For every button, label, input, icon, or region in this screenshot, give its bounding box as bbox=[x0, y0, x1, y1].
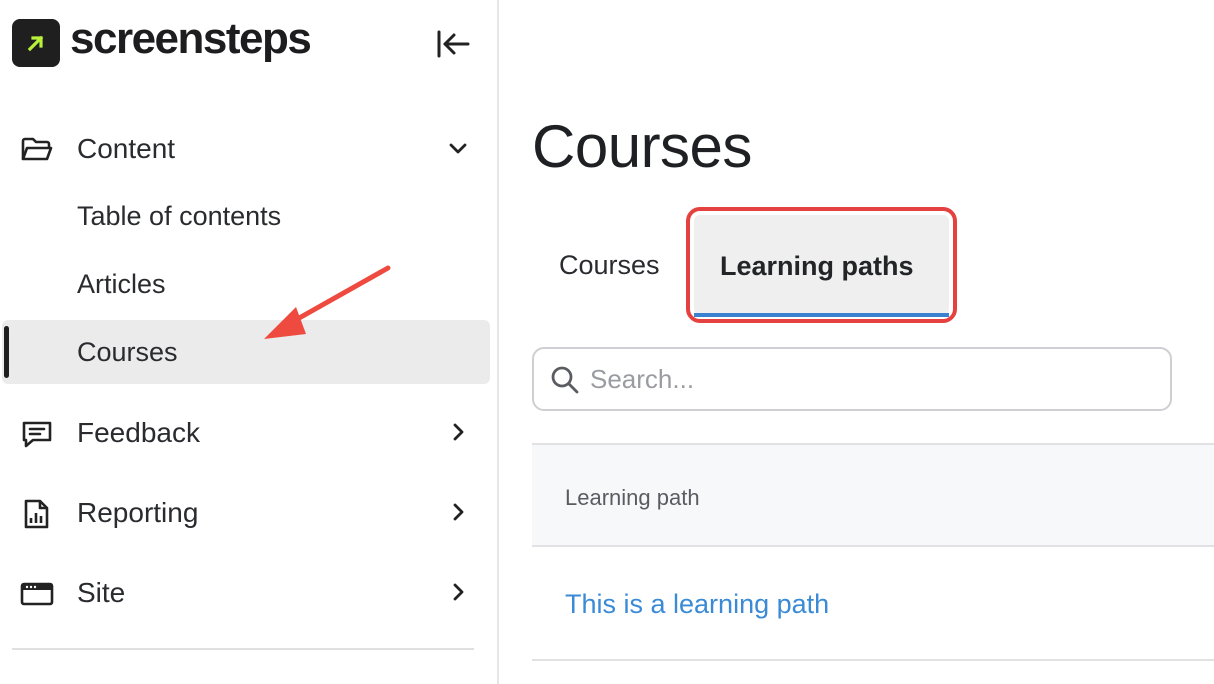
collapse-left-icon bbox=[437, 30, 470, 58]
column-header-learning-path[interactable]: Learning path bbox=[565, 485, 700, 511]
tab-courses[interactable]: Courses bbox=[540, 210, 690, 320]
sidebar-item-site[interactable]: Site bbox=[0, 564, 499, 620]
active-indicator bbox=[4, 326, 9, 378]
folder-open-icon bbox=[21, 137, 53, 161]
sidebar-subitem-label: Table of contents bbox=[77, 201, 282, 231]
search-input[interactable] bbox=[590, 361, 1150, 397]
sidebar-item-content[interactable]: Content bbox=[0, 120, 499, 176]
brand-name: screensteps bbox=[70, 14, 312, 63]
sidebar-item-reporting[interactable]: Reporting bbox=[0, 484, 499, 540]
page-title: Courses bbox=[532, 113, 752, 180]
search-box bbox=[532, 347, 1172, 411]
chevron-right-icon bbox=[453, 583, 464, 601]
sidebar-subitem-table-of-contents[interactable]: Table of contents bbox=[0, 184, 499, 248]
sidebar-item-label: Feedback bbox=[77, 417, 200, 448]
tab-label: Courses bbox=[559, 250, 660, 280]
active-highlight bbox=[2, 320, 490, 384]
tab-active-underline bbox=[694, 313, 949, 317]
learning-path-link[interactable]: This is a learning path bbox=[565, 589, 829, 620]
sidebar-subitem-courses[interactable]: Courses bbox=[0, 320, 499, 384]
table-header: Learning path bbox=[532, 445, 1214, 545]
sidebar: screensteps Content Table of contents Ar… bbox=[0, 0, 499, 684]
search-icon bbox=[551, 366, 579, 394]
tab-learning-paths[interactable]: Learning paths bbox=[686, 207, 957, 323]
logo-icon bbox=[12, 19, 60, 67]
app-page: screensteps Content Table of contents Ar… bbox=[0, 0, 1214, 684]
main-content: Courses Courses Learning paths Learning … bbox=[500, 0, 1214, 684]
sidebar-divider bbox=[12, 648, 474, 650]
chevron-right-icon bbox=[453, 503, 464, 521]
sidebar-subitem-label: Courses bbox=[77, 337, 178, 367]
tab-label: Learning paths bbox=[720, 251, 914, 281]
chevron-right-icon bbox=[453, 423, 464, 441]
report-file-icon bbox=[24, 499, 49, 529]
browser-window-icon bbox=[20, 582, 54, 606]
table-divider bbox=[532, 659, 1214, 661]
sidebar-item-label: Site bbox=[77, 577, 126, 608]
sidebar-subitem-articles[interactable]: Articles bbox=[0, 252, 499, 316]
table-row[interactable]: This is a learning path bbox=[532, 547, 1214, 659]
chevron-down-icon bbox=[449, 143, 467, 154]
sidebar-subitem-label: Articles bbox=[77, 269, 166, 299]
message-icon bbox=[22, 421, 52, 448]
collapse-sidebar-button[interactable] bbox=[432, 26, 472, 62]
sidebar-item-label: Reporting bbox=[77, 497, 199, 528]
sidebar-item-label: Content bbox=[77, 133, 176, 164]
sidebar-item-feedback[interactable]: Feedback bbox=[0, 404, 499, 460]
